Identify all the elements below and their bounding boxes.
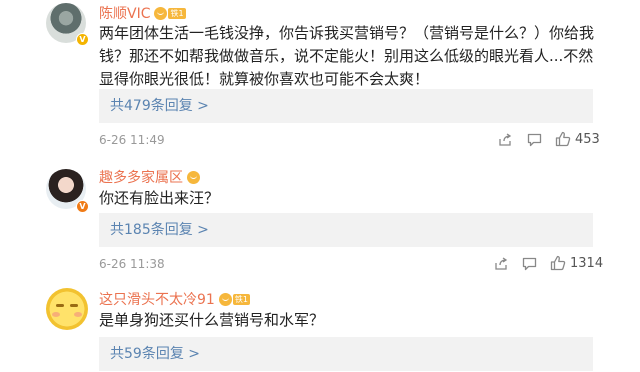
comment-timestamp: 6-26 11:49: [99, 133, 165, 147]
like-count: 453: [575, 131, 600, 147]
avatar-eye: [70, 304, 78, 307]
like-button[interactable]: 453: [555, 131, 600, 147]
verified-badge-icon: V: [76, 200, 89, 213]
view-replies-link[interactable]: 共479条回复 >: [99, 89, 593, 123]
view-replies-link[interactable]: 共185条回复 >: [99, 213, 593, 247]
author-name[interactable]: 趣多多家属区: [99, 167, 183, 187]
author-name[interactable]: 这只滑头不太冷91: [99, 289, 215, 309]
comment-button[interactable]: [527, 133, 542, 147]
fan-badge: 铁1: [218, 292, 250, 306]
comment-item: V 趣多多家属区 你还有脸出来汪？ 共185条回复 > 6-26 11:38 1…: [0, 160, 640, 282]
fan-level-label: 铁1: [232, 293, 250, 305]
avatar-eye: [56, 304, 64, 307]
fan-level-label: 铁1: [168, 7, 186, 19]
verified-badge-icon: V: [76, 33, 89, 46]
share-icon: [499, 133, 512, 146]
avatar-blush: [74, 312, 82, 317]
thumbs-up-icon: [550, 255, 566, 271]
fan-icon: [187, 170, 200, 184]
comment-text: 是单身狗还买什么营销号和水军？: [99, 311, 325, 329]
comment-icon: [527, 133, 542, 147]
view-replies-link[interactable]: 共59条回复 >: [99, 337, 593, 371]
share-icon: [495, 257, 508, 270]
fan-badge: 铁1: [154, 6, 186, 20]
fan-icon: [154, 6, 168, 20]
avatar[interactable]: [46, 288, 88, 330]
like-button[interactable]: 1314: [550, 255, 603, 271]
share-button[interactable]: [494, 257, 508, 271]
comment-item: V 陈顺VIC 铁1 两年团体生活一毛钱没挣，你告诉我买营销号？（营销号是什么？…: [0, 0, 640, 160]
comment-button[interactable]: [522, 257, 537, 271]
comment-text: 你还有脸出来汪？: [99, 189, 220, 207]
comment-text: 两年团体生活一毛钱没挣，你告诉我买营销号？（营销号是什么？）你给我钱？那还不如帮…: [99, 24, 595, 88]
author-name[interactable]: 陈顺VIC: [99, 3, 150, 23]
fan-badge: [187, 170, 200, 184]
avatar-blush: [52, 312, 60, 317]
thumbs-up-icon: [555, 131, 571, 147]
comment-author[interactable]: 这只滑头不太冷91 铁1: [99, 289, 250, 309]
comment-author[interactable]: 陈顺VIC 铁1: [99, 3, 186, 23]
share-button[interactable]: [498, 133, 512, 147]
fan-icon: [218, 292, 232, 306]
comment-item: 这只滑头不太冷91 铁1 是单身狗还买什么营销号和水军？ 共59条回复 >: [0, 282, 640, 372]
like-count: 1314: [570, 255, 604, 271]
comment-author[interactable]: 趣多多家属区: [99, 167, 200, 187]
comment-icon: [522, 257, 537, 271]
comment-timestamp: 6-26 11:38: [99, 257, 165, 271]
